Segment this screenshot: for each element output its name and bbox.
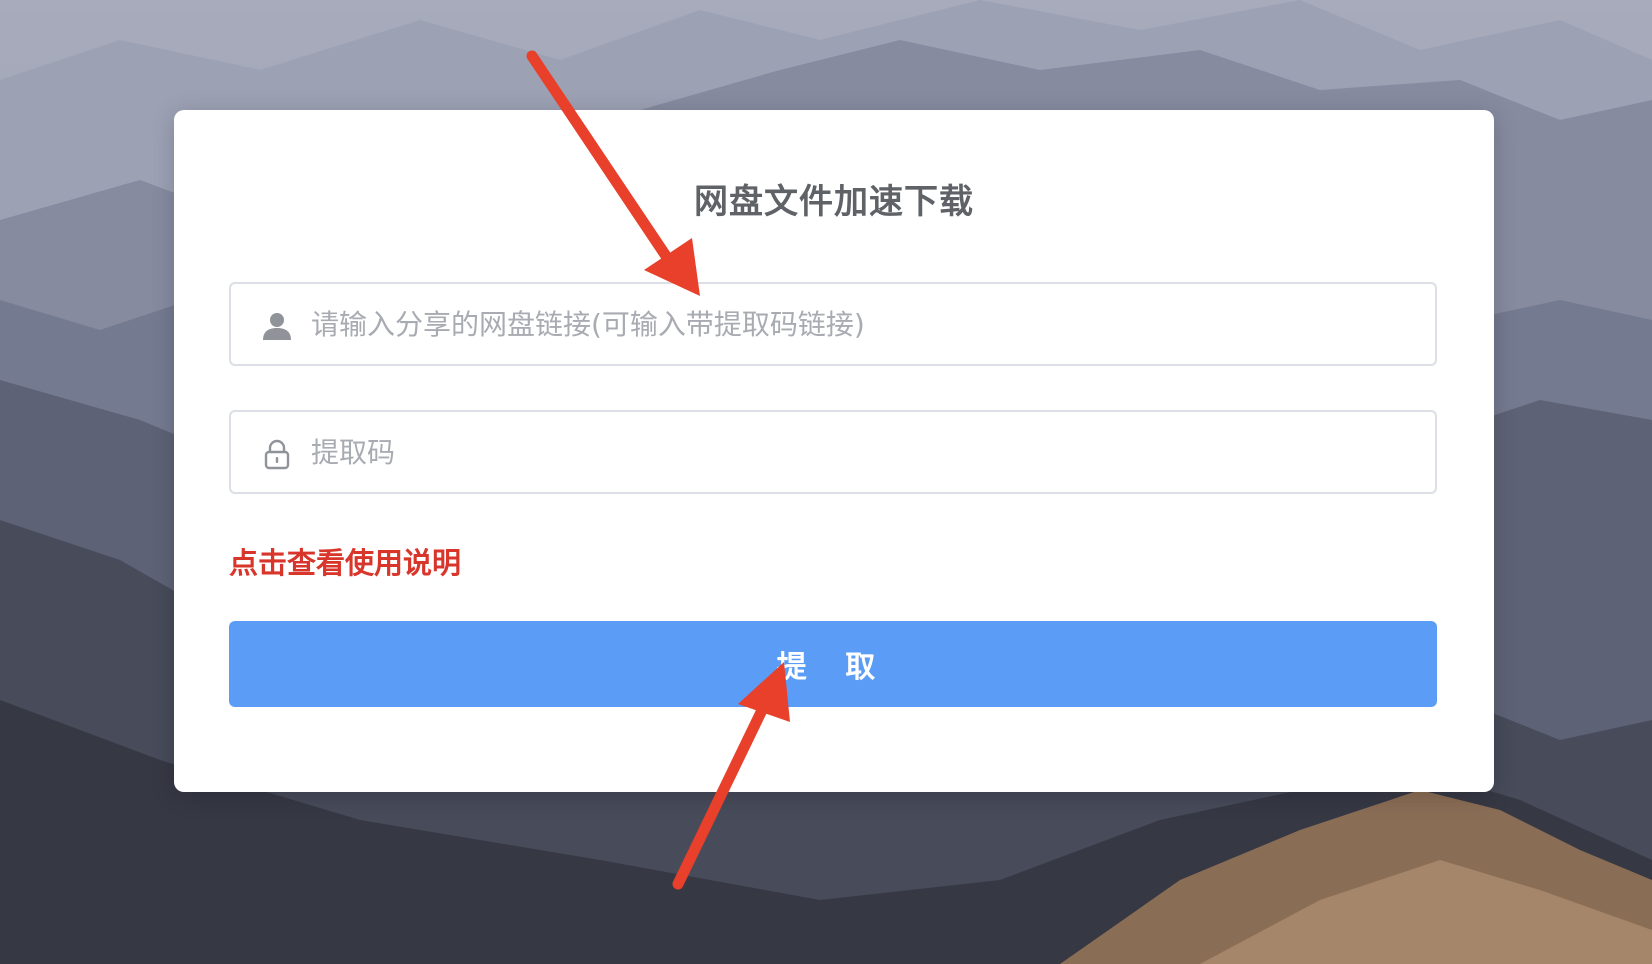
user-icon xyxy=(263,313,291,340)
extract-button[interactable]: 提 取 xyxy=(229,621,1437,707)
share-link-field[interactable] xyxy=(229,282,1437,366)
extract-code-field[interactable] xyxy=(229,410,1437,494)
download-card: 网盘文件加速下载 点击查看使用说明 提 取 xyxy=(174,110,1494,792)
usage-instructions-link[interactable]: 点击查看使用说明 xyxy=(229,540,461,582)
lock-icon xyxy=(264,439,290,470)
extract-code-input[interactable] xyxy=(311,412,1411,492)
page-title: 网盘文件加速下载 xyxy=(694,182,974,222)
share-link-input[interactable] xyxy=(311,284,1411,364)
